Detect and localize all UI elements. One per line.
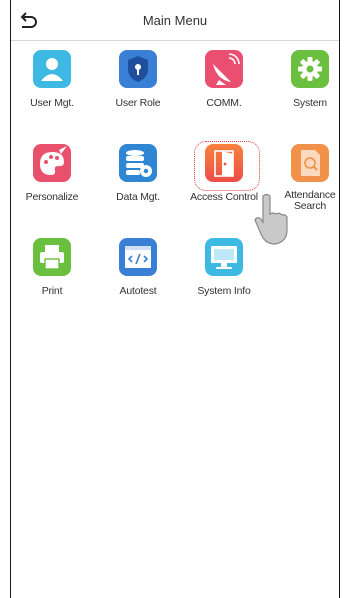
menu-item-label: Personalize <box>25 191 79 203</box>
user-icon <box>33 50 71 88</box>
menu-item-label: User Role <box>115 97 161 109</box>
selection-highlight <box>194 141 260 191</box>
menu-item-system-info[interactable]: System Info <box>183 238 265 318</box>
menu-item-label: Data Mgt. <box>116 191 160 203</box>
pointing-hand-icon <box>254 193 288 245</box>
device-screen: Main Menu User Mgt. User Role COMM. Syst… <box>10 0 340 598</box>
menu-item-user-mgt[interactable]: User Mgt. <box>11 50 93 130</box>
menu-item-data-mgt[interactable]: Data Mgt. <box>97 144 179 224</box>
menu-item-autotest[interactable]: Autotest <box>97 238 179 318</box>
printer-icon <box>33 238 71 276</box>
menu-item-comm[interactable]: COMM. <box>183 50 265 130</box>
database-gear-icon <box>119 144 157 182</box>
monitor-icon <box>205 238 243 276</box>
gear-icon <box>291 50 329 88</box>
menu-item-user-role[interactable]: User Role <box>97 50 179 130</box>
code-window-icon <box>119 238 157 276</box>
palette-icon <box>33 144 71 182</box>
menu-item-label: User Mgt. <box>30 97 74 109</box>
menu-item-label: COMM. <box>206 97 242 109</box>
menu-item-personalize[interactable]: Personalize <box>11 144 93 224</box>
menu-item-print[interactable]: Print <box>11 238 93 318</box>
menu-item-label: System <box>293 97 327 109</box>
menu-item-label: Print <box>41 285 63 297</box>
title-bar: Main Menu <box>11 8 339 34</box>
shield-icon <box>119 50 157 88</box>
satellite-dish-icon <box>205 50 243 88</box>
menu-item-system[interactable]: System <box>269 50 350 130</box>
page-title: Main Menu <box>142 13 208 28</box>
menu-item-label: Autotest <box>119 285 157 297</box>
menu-item-label: System Info <box>197 285 251 297</box>
header-divider <box>11 40 339 41</box>
label-line-2: Search <box>293 200 327 212</box>
document-search-icon <box>291 144 329 182</box>
